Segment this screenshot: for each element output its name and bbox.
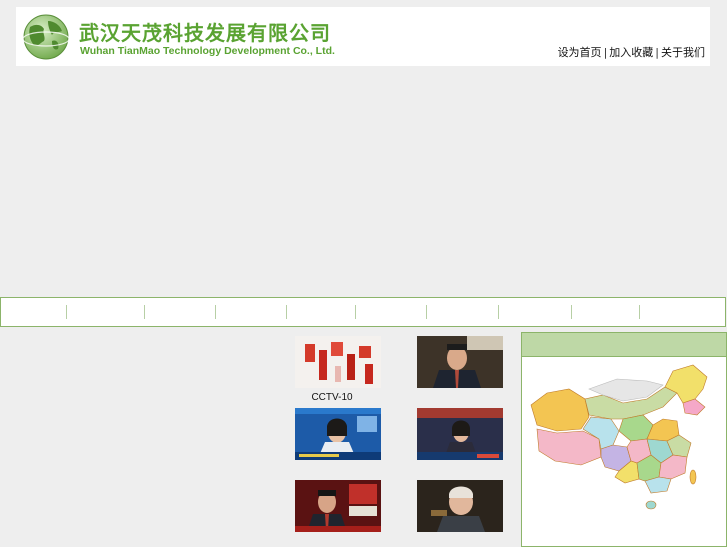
video-thumbnail-4[interactable] — [417, 408, 503, 460]
top-links: 设为首页 | 加入收藏 | 关于我们 — [558, 44, 705, 60]
video-caption: CCTV-10 — [311, 392, 353, 403]
nav-item-2[interactable] — [67, 298, 144, 326]
nav-item-9[interactable] — [572, 298, 639, 326]
site-header: 武汉天茂科技发展有限公司 Wuhan TianMao Technology De… — [16, 7, 710, 66]
china-map-image[interactable] — [527, 359, 722, 519]
globe-logo-icon — [22, 14, 70, 60]
video-thumbnail-2[interactable] — [417, 336, 503, 388]
video-thumbnail-6[interactable] — [417, 480, 503, 532]
video-thumbnail-cctv10[interactable] — [295, 336, 381, 388]
map-panel-header — [522, 333, 726, 357]
set-homepage-link[interactable]: 设为首页 — [558, 46, 602, 59]
main-nav-bar — [0, 297, 726, 327]
link-separator: | — [603, 46, 608, 59]
link-separator: | — [655, 46, 659, 59]
company-name-english: Wuhan TianMao Technology Development Co.… — [80, 45, 335, 57]
nav-item-10[interactable] — [640, 298, 725, 326]
about-us-link[interactable]: 关于我们 — [661, 46, 705, 59]
nav-item-1[interactable] — [1, 298, 66, 326]
nav-item-3[interactable] — [145, 298, 215, 326]
nav-item-7[interactable] — [427, 298, 498, 326]
nav-item-4[interactable] — [216, 298, 286, 326]
map-panel — [521, 332, 727, 547]
nav-item-8[interactable] — [499, 298, 571, 326]
company-name-chinese: 武汉天茂科技发展有限公司 — [79, 21, 331, 45]
add-favorite-link[interactable]: 加入收藏 — [609, 46, 653, 59]
video-thumbnail-5[interactable] — [295, 480, 381, 532]
video-thumbnail-3[interactable] — [295, 408, 381, 460]
nav-item-6[interactable] — [356, 298, 426, 326]
nav-item-5[interactable] — [287, 298, 355, 326]
